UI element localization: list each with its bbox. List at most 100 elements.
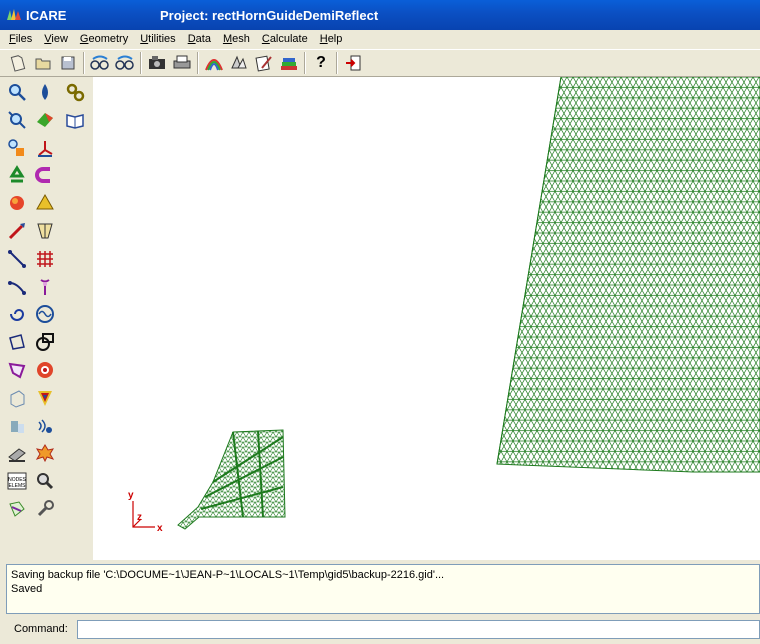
open-folder-icon — [35, 58, 51, 70]
shield-icon — [38, 390, 52, 406]
recycle-icon — [9, 165, 25, 183]
app-name: ICARE — [26, 8, 67, 23]
arc-button[interactable] — [4, 274, 30, 300]
grid-mesh-icon — [37, 250, 53, 267]
notes-button[interactable] — [252, 52, 276, 74]
wire-button[interactable] — [32, 329, 58, 355]
zoom-region-icon — [9, 84, 26, 101]
menu-item[interactable]: Calculate — [256, 30, 314, 49]
mesh-hand-icon — [9, 501, 25, 517]
books-icon — [281, 58, 297, 70]
render-icon — [149, 56, 165, 69]
main-toolbar: ? — [0, 49, 760, 77]
window-title: Project: rectHornGuideDemiReflect — [160, 8, 379, 23]
straight-line-button[interactable] — [4, 246, 30, 272]
wire-icon — [36, 333, 54, 352]
magnet-button[interactable] — [32, 162, 58, 188]
menu-item[interactable]: Help — [314, 30, 349, 49]
burst-button[interactable] — [32, 440, 58, 466]
menu-item[interactable]: Data — [182, 30, 217, 49]
gears-icon — [66, 83, 85, 102]
eraser-button[interactable] — [4, 440, 30, 466]
books-button[interactable] — [277, 52, 301, 74]
save-disk-icon — [61, 56, 75, 70]
mesh-hand-button[interactable] — [4, 496, 30, 522]
graphics-canvas[interactable]: y x z — [93, 77, 760, 560]
point-button[interactable] — [4, 135, 30, 161]
command-label: Command: — [14, 623, 68, 635]
menu-item[interactable]: Utilities — [134, 30, 181, 49]
sphere-button[interactable] — [4, 190, 30, 216]
spiral-icon — [10, 309, 25, 322]
menu-item[interactable]: View — [38, 30, 74, 49]
point-icon — [8, 138, 24, 156]
nodes-elems-icon: NODESELEMS — [7, 472, 27, 490]
zoom-in-button[interactable] — [88, 52, 112, 74]
line-pointer-button[interactable] — [4, 218, 30, 244]
svg-text:ELEMS: ELEMS — [9, 483, 27, 489]
command-input[interactable] — [77, 620, 760, 639]
burst-icon — [35, 444, 55, 463]
surface-color-button[interactable] — [32, 107, 58, 133]
drop-button[interactable] — [32, 79, 58, 105]
antenna-button[interactable] — [32, 274, 58, 300]
message-line: Saved — [11, 583, 43, 595]
antenna-icon — [40, 278, 50, 295]
wave-button[interactable] — [32, 301, 58, 327]
search-button[interactable] — [32, 468, 58, 494]
save-button[interactable] — [56, 52, 80, 74]
polygon-icon — [9, 334, 25, 351]
cylinder-button[interactable] — [4, 413, 30, 439]
menu-item[interactable]: Files — [3, 30, 38, 49]
book-button[interactable] — [62, 107, 88, 133]
wrench-button[interactable] — [32, 496, 58, 522]
wrench-icon — [37, 499, 54, 517]
print-button[interactable] — [170, 52, 194, 74]
target-button[interactable] — [32, 357, 58, 383]
menu-item[interactable]: Mesh — [217, 30, 256, 49]
sphere-icon — [10, 196, 24, 211]
cylinder-cut-button[interactable] — [32, 218, 58, 244]
mesh-view[interactable]: y x z — [93, 77, 760, 560]
toolbar-separator — [336, 52, 338, 74]
toolbar-separator — [140, 52, 142, 74]
exit-button[interactable] — [341, 52, 365, 74]
layers-icon — [231, 55, 247, 69]
render-button[interactable] — [145, 52, 169, 74]
message-log: Saving backup file 'C:\DOCUME~1\JEAN-P~1… — [6, 564, 760, 614]
arc-icon — [8, 280, 26, 295]
volume-cube-button[interactable] — [4, 385, 30, 411]
zoom-frame-button[interactable] — [4, 107, 30, 133]
magnet-icon — [35, 167, 50, 184]
zoom-out-icon — [115, 55, 134, 70]
layers-button[interactable] — [227, 52, 251, 74]
title-bar: ICARE Project: rectHornGuideDemiReflect — [0, 0, 760, 30]
mesh-view-button[interactable] — [202, 52, 226, 74]
app-window: ICARE Project: rectHornGuideDemiReflect … — [0, 0, 760, 644]
straight-line-icon — [8, 249, 26, 268]
gears-button[interactable] — [62, 79, 88, 105]
axes-button[interactable] — [32, 135, 58, 161]
polygon-button[interactable] — [4, 329, 30, 355]
spiral-button[interactable] — [4, 301, 30, 327]
grid-mesh-button[interactable] — [32, 246, 58, 272]
recycle-button[interactable] — [4, 162, 30, 188]
shield-button[interactable] — [32, 385, 58, 411]
help-button[interactable]: ? — [309, 52, 333, 74]
nodes-elems-button[interactable]: NODES ELEMS — [4, 468, 30, 494]
zoom-region-button[interactable] — [4, 79, 30, 105]
menu-item[interactable]: Geometry — [74, 30, 134, 49]
line-pointer-icon — [8, 222, 25, 240]
search-icon — [37, 473, 54, 490]
surface-button[interactable] — [4, 357, 30, 383]
exit-icon — [346, 55, 361, 71]
large-mesh — [496, 77, 760, 473]
cylinder-icon — [11, 420, 24, 433]
zoom-out-button[interactable] — [113, 52, 137, 74]
open-folder-button[interactable] — [31, 52, 55, 74]
new-file-button[interactable] — [6, 52, 30, 74]
zoom-frame-icon — [8, 111, 26, 129]
pyramid-button[interactable] — [32, 190, 58, 216]
axis-y-label: y — [128, 490, 134, 501]
signal-button[interactable] — [32, 413, 58, 439]
